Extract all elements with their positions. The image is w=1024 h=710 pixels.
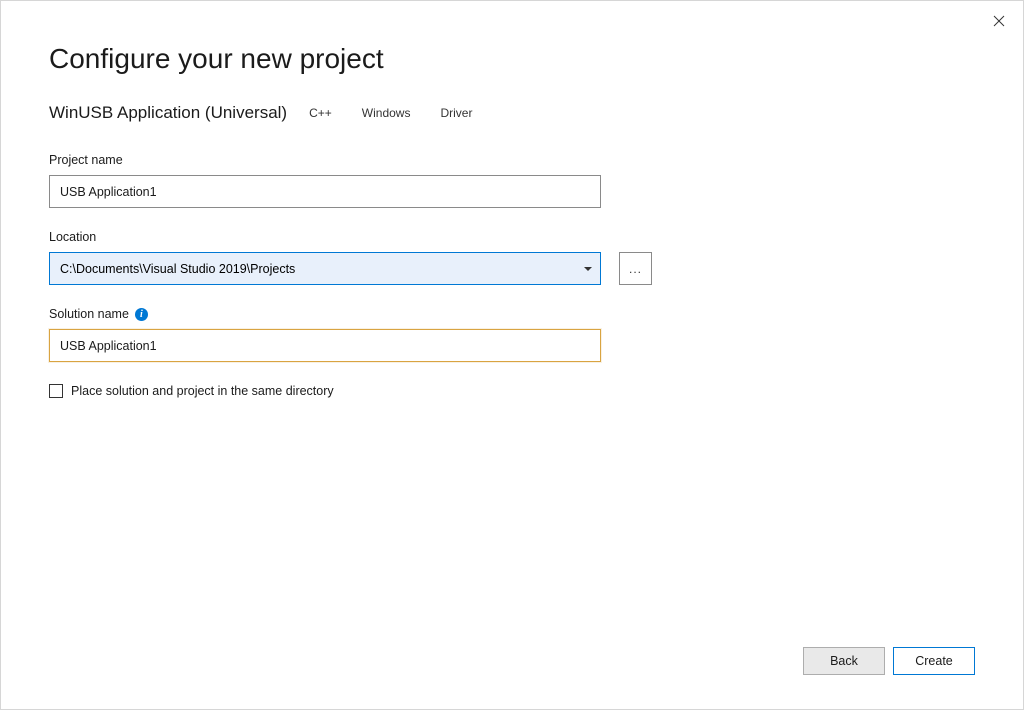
info-icon[interactable]: i bbox=[135, 308, 148, 321]
template-row: WinUSB Application (Universal) C++ Windo… bbox=[49, 103, 975, 123]
location-group: Location C:\Documents\Visual Studio 2019… bbox=[49, 230, 975, 285]
create-button[interactable]: Create bbox=[893, 647, 975, 675]
solution-name-group: Solution name i bbox=[49, 307, 975, 362]
project-name-label: Project name bbox=[49, 153, 975, 167]
template-tag: C++ bbox=[301, 104, 340, 122]
same-directory-checkbox[interactable] bbox=[49, 384, 63, 398]
dialog-footer: Back Create bbox=[803, 647, 975, 675]
location-value: C:\Documents\Visual Studio 2019\Projects bbox=[60, 262, 295, 276]
same-directory-label: Place solution and project in the same d… bbox=[71, 384, 334, 398]
project-name-input[interactable] bbox=[49, 175, 601, 208]
location-combobox[interactable]: C:\Documents\Visual Studio 2019\Projects bbox=[49, 252, 601, 285]
template-tag: Driver bbox=[432, 104, 480, 122]
browse-button[interactable]: ... bbox=[619, 252, 652, 285]
template-name: WinUSB Application (Universal) bbox=[49, 103, 287, 123]
template-tag: Windows bbox=[354, 104, 419, 122]
solution-name-input[interactable] bbox=[49, 329, 601, 362]
project-name-group: Project name bbox=[49, 153, 975, 208]
close-icon bbox=[993, 15, 1005, 27]
dialog-content: Configure your new project WinUSB Applic… bbox=[1, 1, 1023, 398]
page-title: Configure your new project bbox=[49, 43, 975, 75]
location-label: Location bbox=[49, 230, 975, 244]
chevron-down-icon bbox=[584, 267, 592, 271]
close-button[interactable] bbox=[989, 11, 1009, 31]
same-directory-row: Place solution and project in the same d… bbox=[49, 384, 975, 398]
solution-name-label: Solution name bbox=[49, 307, 129, 321]
back-button[interactable]: Back bbox=[803, 647, 885, 675]
